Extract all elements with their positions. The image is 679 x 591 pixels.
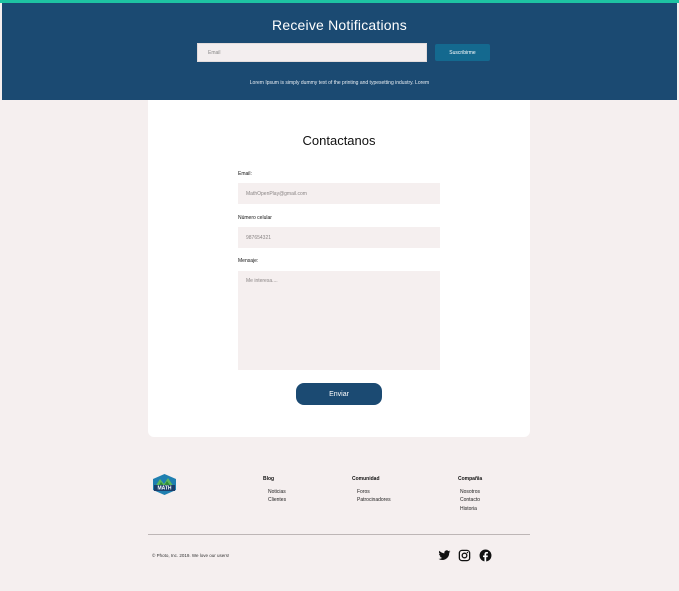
footer-link-contacto[interactable]: Contacto: [460, 497, 480, 503]
message-field[interactable]: [238, 271, 440, 370]
footer-link-clientes[interactable]: Clientes: [268, 497, 286, 503]
footer-col-title-compania: Compañia: [458, 476, 483, 482]
phone-label: Número celular: [238, 215, 272, 221]
contact-card: Contactanos Email: Número celular Mensaj…: [148, 100, 530, 437]
facebook-icon[interactable]: [479, 549, 492, 562]
newsletter-description: Lorem Ipsum is simply dummy text of the …: [249, 80, 430, 86]
send-button[interactable]: Enviar: [296, 383, 382, 405]
contact-title: Contactanos: [302, 133, 376, 148]
footer-link-foros[interactable]: Foros: [357, 489, 370, 495]
email-field[interactable]: [238, 183, 440, 204]
footer-link-patrocinadores[interactable]: Patrocinadores: [357, 497, 391, 503]
copyright-text: © Photo, Inc. 2019. We love our users!: [152, 553, 230, 558]
footer-link-historia[interactable]: Historia: [460, 506, 477, 512]
twitter-icon[interactable]: [438, 549, 451, 562]
phone-field[interactable]: [238, 227, 440, 248]
footer-divider: [148, 534, 530, 535]
logo-text: MATH: [157, 486, 171, 492]
footer-link-noticias[interactable]: Noticias: [268, 489, 286, 495]
newsletter-email-input[interactable]: [197, 43, 427, 62]
footer-col-title-blog: Blog: [263, 476, 275, 482]
newsletter-title: Receive Notifications: [272, 17, 407, 33]
math-logo[interactable]: MATH: [152, 473, 177, 496]
newsletter-section: Receive Notifications Suscribirme Lorem …: [2, 3, 677, 100]
instagram-icon[interactable]: [458, 549, 471, 562]
footer-link-nosotros[interactable]: Nosotros: [460, 489, 480, 495]
email-label: Email:: [238, 171, 252, 177]
message-label: Mensaje:: [238, 258, 259, 264]
subscribe-button[interactable]: Suscribirme: [435, 44, 490, 61]
footer-col-title-comunidad: Comunidad: [352, 476, 380, 482]
